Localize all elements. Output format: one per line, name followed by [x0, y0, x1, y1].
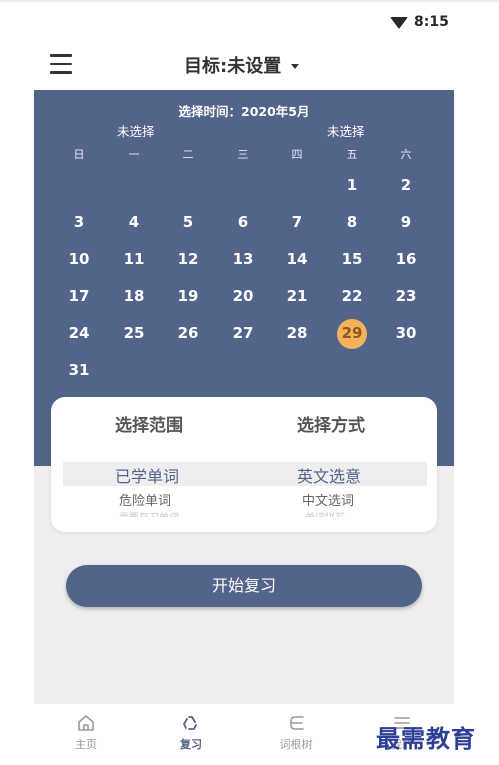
recycle-icon — [161, 713, 221, 735]
range-title: 选择范围 — [115, 416, 183, 436]
nav-label: 词根树 — [279, 738, 313, 751]
nav-label: 主页 — [75, 738, 97, 751]
calendar-day[interactable]: 12 — [173, 250, 203, 268]
calendar-day[interactable]: 6 — [228, 213, 258, 231]
tree-icon — [266, 713, 326, 735]
calendar-day[interactable]: 10 — [64, 250, 94, 268]
range-end-marker: 未选择 — [327, 124, 365, 139]
calendar-day[interactable]: 20 — [228, 287, 258, 305]
app-header: 目标:未设置 — [34, 44, 454, 90]
nav-item-home[interactable]: 主页 — [56, 704, 116, 756]
calendar-day[interactable]: 7 — [282, 213, 312, 231]
calendar-day[interactable]: 4 — [119, 213, 149, 231]
weekday-label: 六 — [400, 148, 412, 161]
calendar-day[interactable]: 5 — [173, 213, 203, 231]
nav-label: 复习 — [180, 738, 202, 751]
range-start-marker: 未选择 — [117, 124, 155, 139]
calendar-day-selected[interactable]: 29 — [337, 319, 367, 349]
calendar-day[interactable]: 18 — [119, 287, 149, 305]
calendar-day[interactable]: 1 — [337, 176, 367, 194]
calendar-day[interactable]: 26 — [173, 324, 203, 342]
weekday-label: 五 — [346, 148, 358, 161]
range-picker-option-faded[interactable]: 需要复习单词 — [119, 509, 179, 517]
mode-title: 选择方式 — [297, 416, 365, 436]
weekday-label: 四 — [291, 148, 303, 161]
status-bar: 8:15 — [0, 0, 499, 44]
calendar-day[interactable]: 28 — [282, 324, 312, 342]
calendar-day[interactable]: 19 — [173, 287, 203, 305]
calendar-day[interactable]: 9 — [391, 213, 421, 231]
nav-item-review[interactable]: 复习 — [161, 704, 221, 756]
watermark-logo: 最需教育 — [376, 724, 476, 753]
menu-icon[interactable] — [50, 54, 72, 74]
review-options-card: 选择范围 选择方式 已学单词 英文选意 危险单词 中文选词 需要复习单词 单词拼… — [51, 397, 437, 532]
calendar-day[interactable]: 15 — [337, 250, 367, 268]
weekday-label: 三 — [237, 148, 249, 161]
home-icon — [56, 713, 116, 735]
caret-down-icon — [291, 63, 300, 69]
calendar-day[interactable]: 13 — [228, 250, 258, 268]
weekday-label: 二 — [182, 148, 194, 161]
start-review-button[interactable]: 开始复习 — [66, 565, 422, 607]
calendar-day[interactable]: 21 — [282, 287, 312, 305]
weekday-label: 日 — [73, 148, 85, 161]
status-divider — [0, 0, 499, 2]
status-time: 8:15 — [414, 14, 449, 30]
mode-picker-option-faded[interactable]: 单词拼写 — [305, 509, 345, 517]
calendar-day[interactable]: 11 — [119, 250, 149, 268]
calendar-day[interactable]: 22 — [337, 287, 367, 305]
calendar-day[interactable]: 17 — [64, 287, 94, 305]
calendar-day[interactable]: 23 — [391, 287, 421, 305]
calendar-day[interactable]: 8 — [337, 213, 367, 231]
calendar-day[interactable]: 25 — [119, 324, 149, 342]
mode-picker-option[interactable]: 中文选词 — [302, 490, 354, 509]
calendar-day[interactable]: 27 — [228, 324, 258, 342]
calendar-day[interactable]: 24 — [64, 324, 94, 342]
goal-dropdown[interactable]: 目标:未设置 — [184, 52, 300, 78]
calendar-day[interactable]: 2 — [391, 176, 421, 194]
weekday-label: 一 — [128, 148, 140, 161]
calendar-day[interactable]: 16 — [391, 250, 421, 268]
range-picker-selected[interactable]: 已学单词 — [115, 463, 179, 487]
calendar-day[interactable]: 14 — [282, 250, 312, 268]
mode-picker-selected[interactable]: 英文选意 — [297, 463, 361, 487]
nav-item-root-tree[interactable]: 词根树 — [266, 704, 326, 756]
calendar-day[interactable]: 31 — [64, 361, 94, 379]
selected-time-label: 选择时间：2020年5月 — [178, 104, 310, 119]
wifi-icon — [390, 17, 408, 29]
range-picker-option[interactable]: 危险单词 — [119, 490, 171, 509]
calendar-day[interactable]: 30 — [391, 324, 421, 342]
calendar-day[interactable]: 3 — [64, 213, 94, 231]
page-title: 目标:未设置 — [184, 56, 282, 77]
